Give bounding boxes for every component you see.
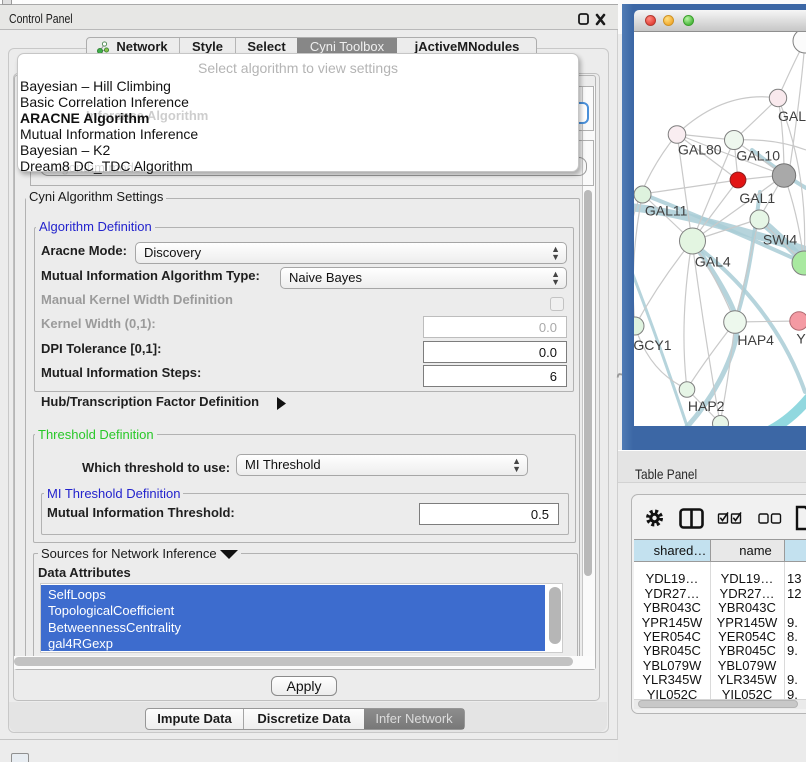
svg-text:SWI4: SWI4 bbox=[763, 231, 797, 247]
svg-text:Y: Y bbox=[796, 330, 806, 346]
svg-text:GAL1: GAL1 bbox=[739, 190, 775, 206]
svg-text:GAL80: GAL80 bbox=[678, 141, 722, 157]
svg-text:HAP2: HAP2 bbox=[688, 398, 725, 414]
svg-text:GAL10: GAL10 bbox=[736, 148, 780, 164]
svg-text:GCY1: GCY1 bbox=[634, 337, 672, 353]
svg-text:GAL11: GAL11 bbox=[645, 203, 688, 219]
svg-text:GAL4: GAL4 bbox=[695, 254, 731, 270]
svg-text:HAP4: HAP4 bbox=[737, 332, 774, 348]
svg-text:GAL7: GAL7 bbox=[778, 108, 806, 124]
